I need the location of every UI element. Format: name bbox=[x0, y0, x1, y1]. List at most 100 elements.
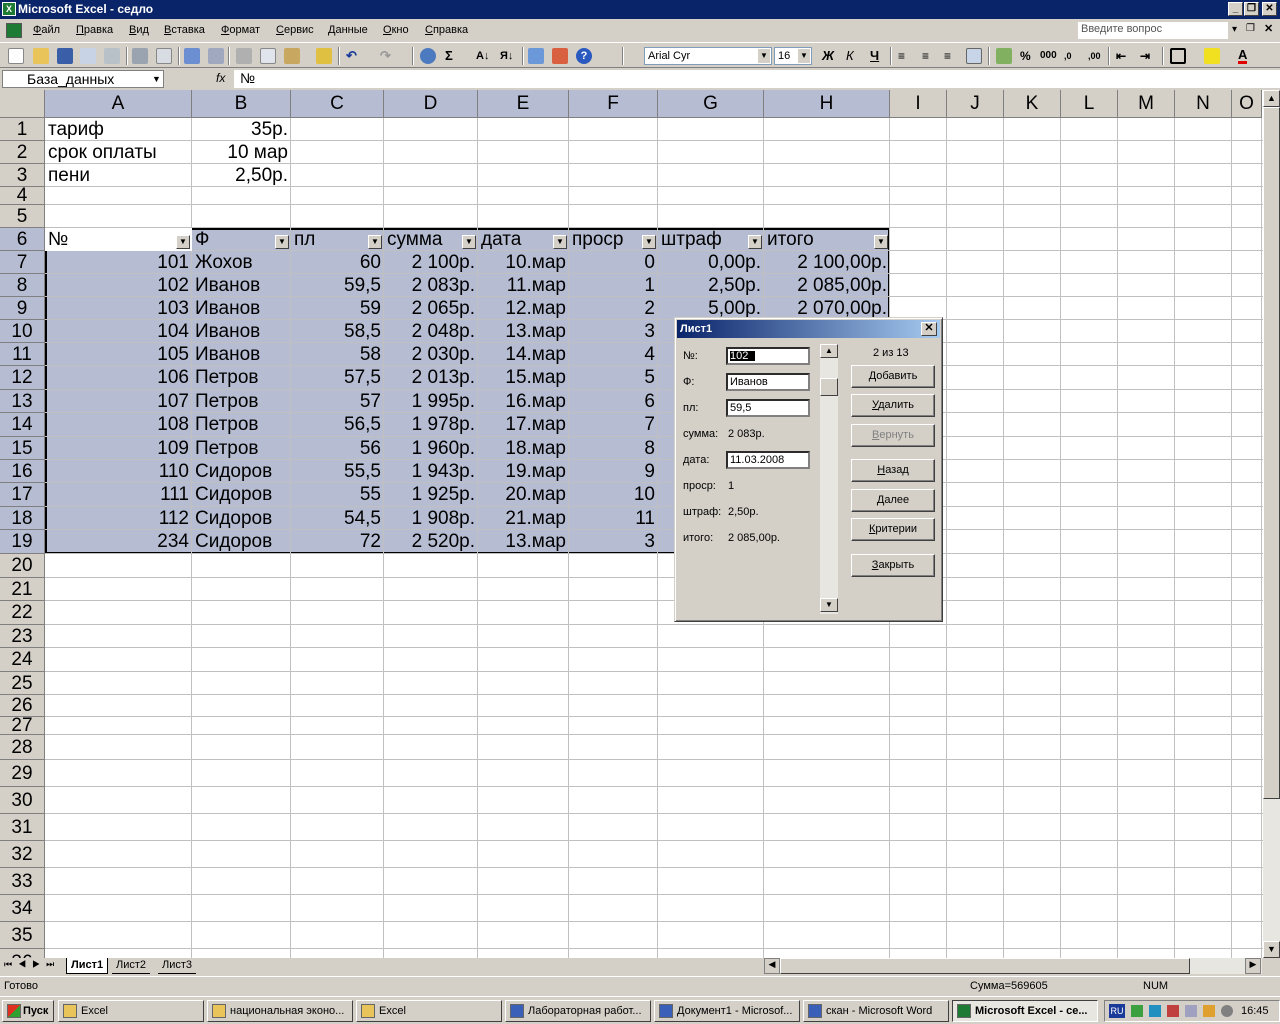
row-header-9[interactable]: 9 bbox=[0, 297, 45, 320]
insert-function-icon[interactable]: fx bbox=[216, 71, 225, 85]
italic-button[interactable]: К bbox=[846, 48, 854, 64]
bold-button[interactable]: Ж bbox=[822, 48, 834, 64]
table-cell[interactable]: 59,5 bbox=[291, 274, 384, 297]
tray-icon[interactable] bbox=[1167, 1005, 1179, 1017]
table-cell[interactable]: Сидоров bbox=[192, 530, 291, 554]
table-cell[interactable]: 2 100р. bbox=[384, 251, 478, 274]
table-cell[interactable]: 109 bbox=[45, 437, 192, 460]
task-lab-work[interactable]: Лабораторная работ... bbox=[505, 1000, 651, 1022]
row-header-19[interactable]: 19 bbox=[0, 530, 45, 554]
table-cell[interactable]: 1 995р. bbox=[384, 390, 478, 413]
row-header-29[interactable]: 29 bbox=[0, 760, 45, 787]
chevron-down-icon[interactable]: ▼ bbox=[152, 74, 161, 84]
record-scroll-thumb[interactable] bbox=[820, 378, 838, 396]
column-header-g[interactable]: G bbox=[658, 90, 764, 118]
table-cell[interactable]: 2 085,00р. bbox=[764, 274, 890, 297]
table-cell[interactable]: 1 978р. bbox=[384, 413, 478, 437]
fill-color-icon[interactable] bbox=[1204, 48, 1220, 64]
criteria-button[interactable]: Критерии bbox=[851, 518, 935, 541]
table-cell[interactable]: Сидоров bbox=[192, 460, 291, 483]
table-cell[interactable]: 5 bbox=[569, 366, 658, 390]
align-right-icon[interactable]: ≡ bbox=[944, 48, 951, 64]
table-cell[interactable]: 3 bbox=[569, 320, 658, 343]
open-icon[interactable] bbox=[33, 48, 49, 64]
table-cell[interactable]: Жохов bbox=[192, 251, 291, 274]
new-icon[interactable] bbox=[8, 48, 24, 64]
restore-button[interactable]: ❐ bbox=[1244, 2, 1259, 16]
formula-input[interactable]: № bbox=[234, 70, 1280, 88]
table-cell[interactable]: 7 bbox=[569, 413, 658, 437]
column-header-k[interactable]: K bbox=[1004, 90, 1061, 118]
table-cell[interactable]: 19.мар bbox=[478, 460, 569, 483]
percent-button[interactable]: % bbox=[1020, 48, 1031, 64]
param-label[interactable]: срок оплаты bbox=[45, 141, 192, 164]
row-header-5[interactable]: 5 bbox=[0, 205, 45, 228]
autofilter-dropdown-icon[interactable]: ▼ bbox=[275, 235, 289, 249]
cut-icon[interactable] bbox=[236, 48, 252, 64]
field-input[interactable]: Иванов bbox=[726, 373, 810, 391]
row-header-27[interactable]: 27 bbox=[0, 716, 45, 735]
scroll-left-button[interactable]: ◀ bbox=[764, 958, 780, 974]
param-value[interactable]: 10 мар bbox=[192, 141, 291, 164]
format-painter-icon[interactable] bbox=[316, 48, 332, 64]
row-header-17[interactable]: 17 bbox=[0, 483, 45, 507]
add-button[interactable]: Добавить bbox=[851, 365, 935, 388]
sort-asc-icon[interactable]: A↓ bbox=[476, 48, 489, 64]
table-cell[interactable]: 1 bbox=[569, 274, 658, 297]
merge-center-icon[interactable] bbox=[966, 48, 982, 64]
restore-button[interactable]: Вернуть bbox=[851, 424, 935, 447]
row-header-16[interactable]: 16 bbox=[0, 460, 45, 483]
table-cell[interactable]: 2 083р. bbox=[384, 274, 478, 297]
row-header-2[interactable]: 2 bbox=[0, 141, 45, 164]
redo-icon[interactable]: ↷ bbox=[380, 48, 391, 64]
table-cell[interactable]: 2 030р. bbox=[384, 343, 478, 366]
table-cell[interactable]: Петров bbox=[192, 390, 291, 413]
tray-icon[interactable] bbox=[1203, 1005, 1215, 1017]
help-icon[interactable]: ? bbox=[576, 48, 592, 64]
table-cell[interactable]: 1 960р. bbox=[384, 437, 478, 460]
workbook-icon[interactable] bbox=[6, 23, 22, 38]
row-header-31[interactable]: 31 bbox=[0, 814, 45, 841]
table-cell[interactable]: 13.мар bbox=[478, 320, 569, 343]
row-header-20[interactable]: 20 bbox=[0, 554, 45, 578]
table-cell[interactable]: 1 908р. bbox=[384, 507, 478, 530]
table-cell[interactable]: 57,5 bbox=[291, 366, 384, 390]
doc-close-button[interactable]: ✕ bbox=[1264, 22, 1273, 35]
row-header-10[interactable]: 10 bbox=[0, 320, 45, 343]
outdent-icon[interactable]: ⇤ bbox=[1116, 48, 1126, 64]
tab-scroll-buttons[interactable]: ⏮◀▶⏭ bbox=[4, 959, 60, 970]
column-header-l[interactable]: L bbox=[1061, 90, 1118, 118]
autofilter-dropdown-icon[interactable]: ▼ bbox=[462, 235, 476, 249]
table-cell[interactable]: 4 bbox=[569, 343, 658, 366]
table-cell[interactable]: 9 bbox=[569, 460, 658, 483]
table-cell[interactable]: 111 bbox=[45, 483, 192, 507]
row-header-24[interactable]: 24 bbox=[0, 648, 45, 672]
table-cell[interactable]: 3 bbox=[569, 530, 658, 554]
table-cell[interactable]: 10 bbox=[569, 483, 658, 507]
row-header-6[interactable]: 6 bbox=[0, 228, 45, 251]
close-button[interactable]: ✕ bbox=[1262, 2, 1277, 16]
table-cell[interactable]: 56 bbox=[291, 437, 384, 460]
tray-icon[interactable] bbox=[1149, 1005, 1161, 1017]
column-header-j[interactable]: J bbox=[947, 90, 1004, 118]
scroll-down-button[interactable]: ▼ bbox=[1263, 941, 1280, 958]
currency-icon[interactable] bbox=[996, 48, 1012, 64]
table-cell[interactable]: 55 bbox=[291, 483, 384, 507]
column-header-i[interactable]: I bbox=[890, 90, 947, 118]
menu-view[interactable]: Вид bbox=[129, 24, 149, 36]
menu-edit[interactable]: Правка bbox=[76, 24, 113, 36]
table-cell[interactable]: 108 bbox=[45, 413, 192, 437]
row-header-21[interactable]: 21 bbox=[0, 578, 45, 601]
hscroll-thumb[interactable] bbox=[780, 958, 1190, 974]
table-cell[interactable]: 112 bbox=[45, 507, 192, 530]
start-button[interactable]: Пуск bbox=[2, 1000, 54, 1022]
row-header-11[interactable]: 11 bbox=[0, 343, 45, 366]
column-header-o[interactable]: O bbox=[1232, 90, 1262, 118]
menu-window[interactable]: Окно bbox=[383, 24, 409, 36]
tray-icon[interactable] bbox=[1221, 1005, 1233, 1017]
delete-button[interactable]: Удалить bbox=[851, 394, 935, 417]
table-cell[interactable]: Сидоров bbox=[192, 483, 291, 507]
table-cell[interactable]: 11.мар bbox=[478, 274, 569, 297]
menu-insert[interactable]: Вставка bbox=[164, 24, 205, 36]
column-header-n[interactable]: N bbox=[1175, 90, 1232, 118]
